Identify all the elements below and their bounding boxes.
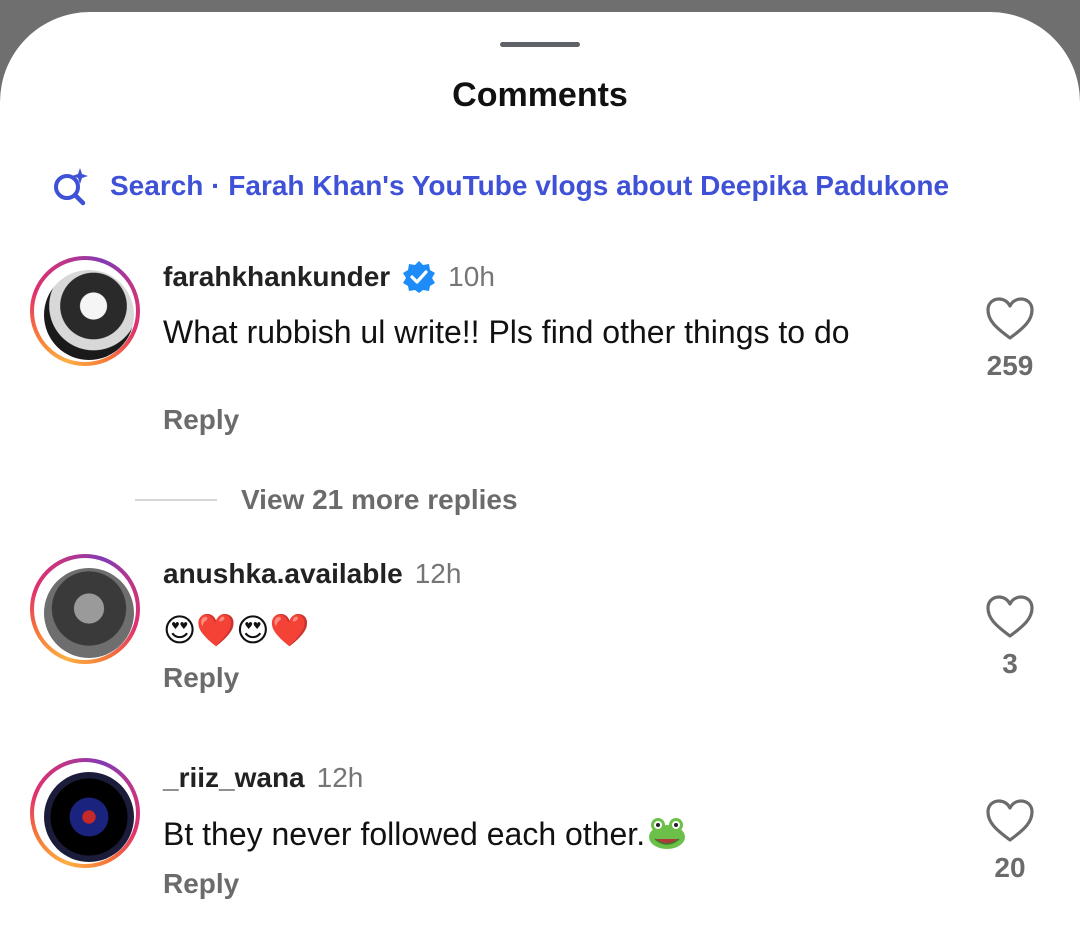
comments-sheet: Comments Search · Farah Khan's YouTube v…: [0, 12, 1080, 952]
like-count: 259: [986, 350, 1034, 381]
heart-icon[interactable]: [985, 296, 1035, 342]
search-suggestion-text: Search · Farah Khan's YouTube vlogs abou…: [110, 170, 950, 201]
sparkle-search-icon: [54, 168, 88, 206]
comment-time: 12h: [316, 762, 364, 793]
avatar-image: [44, 568, 134, 658]
avatar-image: [44, 270, 134, 360]
avatar-image: [44, 772, 134, 862]
reply-button[interactable]: Reply: [163, 868, 239, 900]
avatar[interactable]: [30, 554, 140, 664]
comment-text-content: Bt they never followed each other.: [163, 816, 646, 852]
view-more-replies-label: View 21 more replies: [241, 484, 518, 515]
verified-badge-icon: [403, 261, 436, 293]
comment-text: 😍❤️😍❤️: [163, 611, 310, 649]
comment-time: 10h: [448, 261, 495, 292]
comment-author[interactable]: _riiz_wana: [163, 762, 305, 794]
comment-author[interactable]: anushka.available: [163, 558, 403, 590]
avatar[interactable]: [30, 256, 140, 366]
divider-line: [135, 499, 217, 501]
avatar[interactable]: [30, 758, 140, 868]
drag-handle[interactable]: [500, 42, 580, 47]
reply-button[interactable]: Reply: [163, 662, 239, 694]
comment-author[interactable]: farahkhankunder: [163, 261, 390, 293]
reply-button[interactable]: Reply: [163, 404, 239, 436]
search-suggestion[interactable]: Search · Farah Khan's YouTube vlogs abou…: [50, 164, 949, 208]
heart-icon[interactable]: [985, 798, 1035, 844]
comment-time: 12h: [414, 558, 462, 589]
frog-face-icon: [649, 818, 686, 849]
comment-text: What rubbish ul write!! Pls find other t…: [163, 314, 850, 350]
comment-text: Bt they never followed each other.: [163, 814, 923, 854]
heart-icon[interactable]: [985, 594, 1035, 640]
like-count: 20: [994, 852, 1026, 883]
like-count: 3: [1002, 648, 1018, 679]
sheet-title: Comments: [452, 76, 628, 114]
view-more-replies-button[interactable]: View 21 more replies: [135, 484, 518, 516]
